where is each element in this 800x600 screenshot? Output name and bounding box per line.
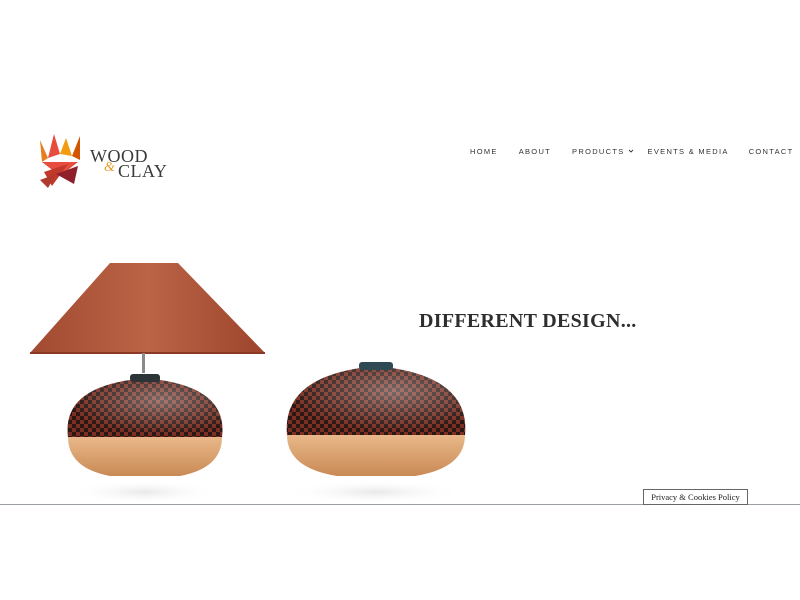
logo-word-clay: CLAY: [118, 161, 168, 181]
nav-about[interactable]: ABOUT: [519, 147, 551, 156]
hero-banner: DIFFERENT DESIGN...: [0, 200, 800, 505]
nav-contact[interactable]: CONTACT: [749, 147, 794, 156]
chevron-down-icon: [628, 149, 633, 153]
logo-mark-icon: [40, 134, 80, 188]
hero-product-image: [30, 263, 466, 504]
nav-products[interactable]: PRODUCTS: [572, 147, 634, 156]
main-nav: HOME ABOUT PRODUCTS EVENTS & MEDIA CONTA…: [470, 145, 793, 157]
site-logo[interactable]: WOOD & CLAY: [38, 132, 178, 190]
nav-home[interactable]: HOME: [470, 147, 498, 156]
nav-products-label: PRODUCTS: [572, 146, 625, 156]
nav-events-media[interactable]: EVENTS & MEDIA: [648, 147, 729, 156]
privacy-cookies-policy-button[interactable]: Privacy & Cookies Policy: [643, 489, 748, 505]
hero-title: DIFFERENT DESIGN...: [419, 310, 637, 332]
site-header: WOOD & CLAY HOME ABOUT PRODUCTS EVENTS &…: [0, 0, 800, 200]
logo-ampersand: &: [104, 160, 115, 175]
